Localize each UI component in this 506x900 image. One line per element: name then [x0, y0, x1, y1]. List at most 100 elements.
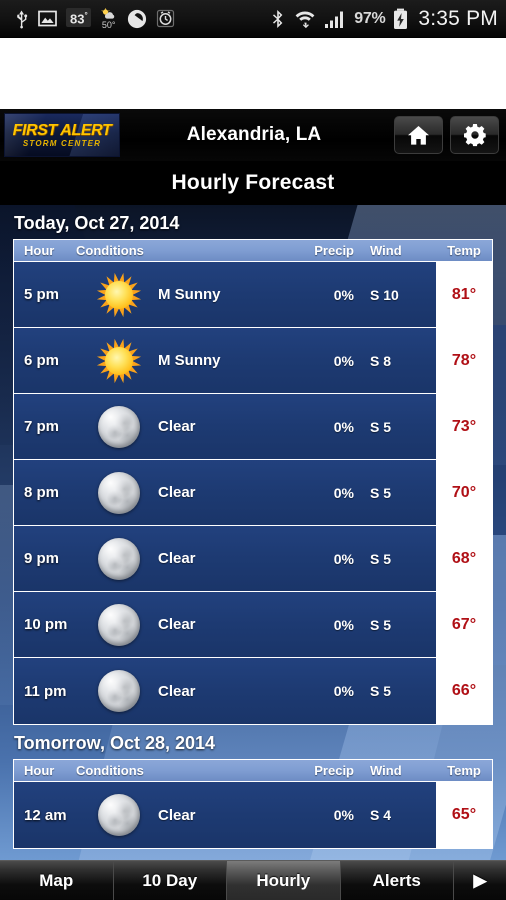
moon-icon	[98, 471, 140, 514]
forecast-table: Hour Conditions Precip Wind Temp 5 pm M Sunny 0…	[13, 239, 493, 725]
home-icon	[408, 125, 429, 145]
table-row[interactable]: 12 am Clear 0% S 4 65°	[14, 782, 492, 848]
condition-label: Clear	[158, 616, 196, 633]
sun-disc	[105, 346, 133, 375]
column-header-hour: Hour	[24, 243, 55, 258]
gear-icon	[463, 124, 486, 147]
condition-icon-wrap	[88, 670, 150, 712]
battery-percent: 97%	[354, 9, 386, 27]
condition-icon-wrap	[88, 405, 150, 448]
condition-icon-wrap	[88, 794, 150, 836]
cell-conditions: M Sunny	[76, 262, 290, 327]
column-header-precip: Precip	[314, 763, 354, 778]
sun-icon	[96, 272, 142, 318]
column-header-conditions: Conditions	[76, 763, 144, 778]
table-row[interactable]: 11 pm Clear 0% S 5 66°	[14, 658, 492, 724]
cell-hour: 11 pm	[24, 682, 67, 700]
usb-icon	[17, 10, 28, 28]
cell-conditions: Clear	[76, 460, 290, 525]
cell-precip: 0%	[333, 352, 354, 369]
cell-hour: 7 pm	[24, 418, 60, 435]
temp-badge-unit: °	[84, 10, 88, 20]
alarm-icon	[156, 9, 174, 28]
column-header-temp: Temp	[447, 763, 481, 778]
cell-wind: S 5	[370, 484, 392, 501]
cell-conditions: Clear	[76, 782, 290, 848]
cell-wind: S 5	[370, 418, 392, 435]
table-row[interactable]: 9 pm Clear 0% S 5 68°	[14, 526, 492, 592]
table-header-row: Hour Conditions Precip Wind Temp	[14, 240, 492, 262]
cell-wind: S 10	[370, 286, 399, 303]
moon-icon	[98, 670, 140, 712]
condition-label: Clear	[158, 550, 196, 567]
condition-icon-wrap	[88, 338, 150, 384]
table-row[interactable]: 5 pm M Sunny 0% S 10 81°	[14, 262, 492, 328]
location-title: Alexandria, LA	[186, 124, 322, 145]
table-header-row: Hour Conditions Precip Wind Temp	[14, 760, 492, 782]
table-row[interactable]: 8 pm Clear 0% S 5 70°	[14, 460, 492, 526]
screen-title-bar: Hourly Forecast	[0, 161, 506, 205]
cell-temp: 81°	[436, 262, 492, 327]
bluetooth-icon	[273, 9, 283, 28]
settings-button[interactable]	[450, 116, 499, 154]
moon-icon	[98, 794, 140, 836]
moon-icon	[98, 603, 140, 646]
forecast-sections: Today, Oct 27, 2014 Hour Conditions Precip W…	[0, 205, 506, 849]
wifi-icon	[295, 10, 315, 28]
tab-hourly[interactable]: Hourly	[227, 861, 341, 900]
table-row[interactable]: 6 pm M Sunny 0% S 8 78°	[14, 328, 492, 394]
temperature-badge: 83°	[66, 7, 91, 28]
column-header-wind: Wind	[370, 763, 402, 778]
cell-hour: 8 pm	[24, 484, 60, 501]
tab-alerts[interactable]: Alerts	[341, 861, 454, 900]
cell-conditions: Clear	[76, 592, 290, 657]
condition-icon-wrap	[88, 603, 150, 646]
condition-label: M Sunny	[158, 286, 221, 303]
home-button[interactable]	[394, 116, 443, 154]
column-header-precip: Precip	[314, 243, 354, 258]
tab-next-arrow[interactable]: ▶	[454, 861, 506, 900]
gallery-icon	[38, 10, 57, 27]
media-play-icon	[127, 9, 146, 28]
cell-precip: 0%	[333, 616, 354, 633]
cell-temp: 67°	[436, 592, 492, 657]
tab-10-day[interactable]: 10 Day	[114, 861, 227, 900]
table-row[interactable]: 7 pm Clear 0% S 5 73°	[14, 394, 492, 460]
condition-label: Clear	[158, 484, 196, 501]
forecast-table: Hour Conditions Precip Wind Temp 12 am Clear 0%…	[13, 759, 493, 849]
cell-temp: 70°	[436, 460, 492, 525]
signal-icon	[325, 11, 344, 28]
temp-badge-value: 83	[70, 11, 85, 27]
cell-temp: 68°	[436, 526, 492, 591]
page-title: Hourly Forecast	[171, 171, 335, 194]
column-header-wind: Wind	[370, 243, 402, 258]
cell-hour: 9 pm	[24, 550, 60, 567]
condition-label: M Sunny	[158, 352, 221, 369]
cell-hour: 5 pm	[24, 286, 60, 303]
white-spacer	[0, 38, 506, 109]
cell-conditions: M Sunny	[76, 328, 290, 393]
app-header: FIRST ALERT STORM CENTER Alexandria, LA	[0, 109, 506, 161]
condition-label: Clear	[158, 806, 196, 824]
table-row[interactable]: 10 pm Clear 0% S 5 67°	[14, 592, 492, 658]
weather-icon-temp: 50°	[101, 19, 116, 30]
cell-hour: 10 pm	[24, 616, 68, 633]
day-section-title: Today, Oct 27, 2014	[14, 213, 180, 233]
cell-hour: 12 am	[24, 806, 67, 824]
condition-icon-wrap	[88, 537, 150, 580]
forecast-scroll-area[interactable]: Today, Oct 27, 2014 Hour Conditions Precip W…	[0, 205, 506, 860]
tab-map[interactable]: Map	[0, 861, 114, 900]
cell-temp: 73°	[436, 394, 492, 459]
status-bar-left-icons: 83° 50°	[14, 7, 175, 30]
weather-app: 83° 50° 97% 3:35 PM FIRST ALERT STORM CE…	[0, 0, 506, 900]
sun-disc	[105, 280, 133, 309]
cell-precip: 0%	[333, 484, 354, 501]
column-header-conditions: Conditions	[76, 243, 144, 258]
column-header-hour: Hour	[24, 763, 55, 778]
cell-conditions: Clear	[76, 526, 290, 591]
logo-primary-text: FIRST ALERT	[12, 121, 112, 139]
clock: 3:35 PM	[418, 6, 498, 30]
cell-wind: S 5	[370, 550, 392, 567]
cell-precip: 0%	[333, 807, 354, 823]
cell-precip: 0%	[333, 418, 354, 435]
